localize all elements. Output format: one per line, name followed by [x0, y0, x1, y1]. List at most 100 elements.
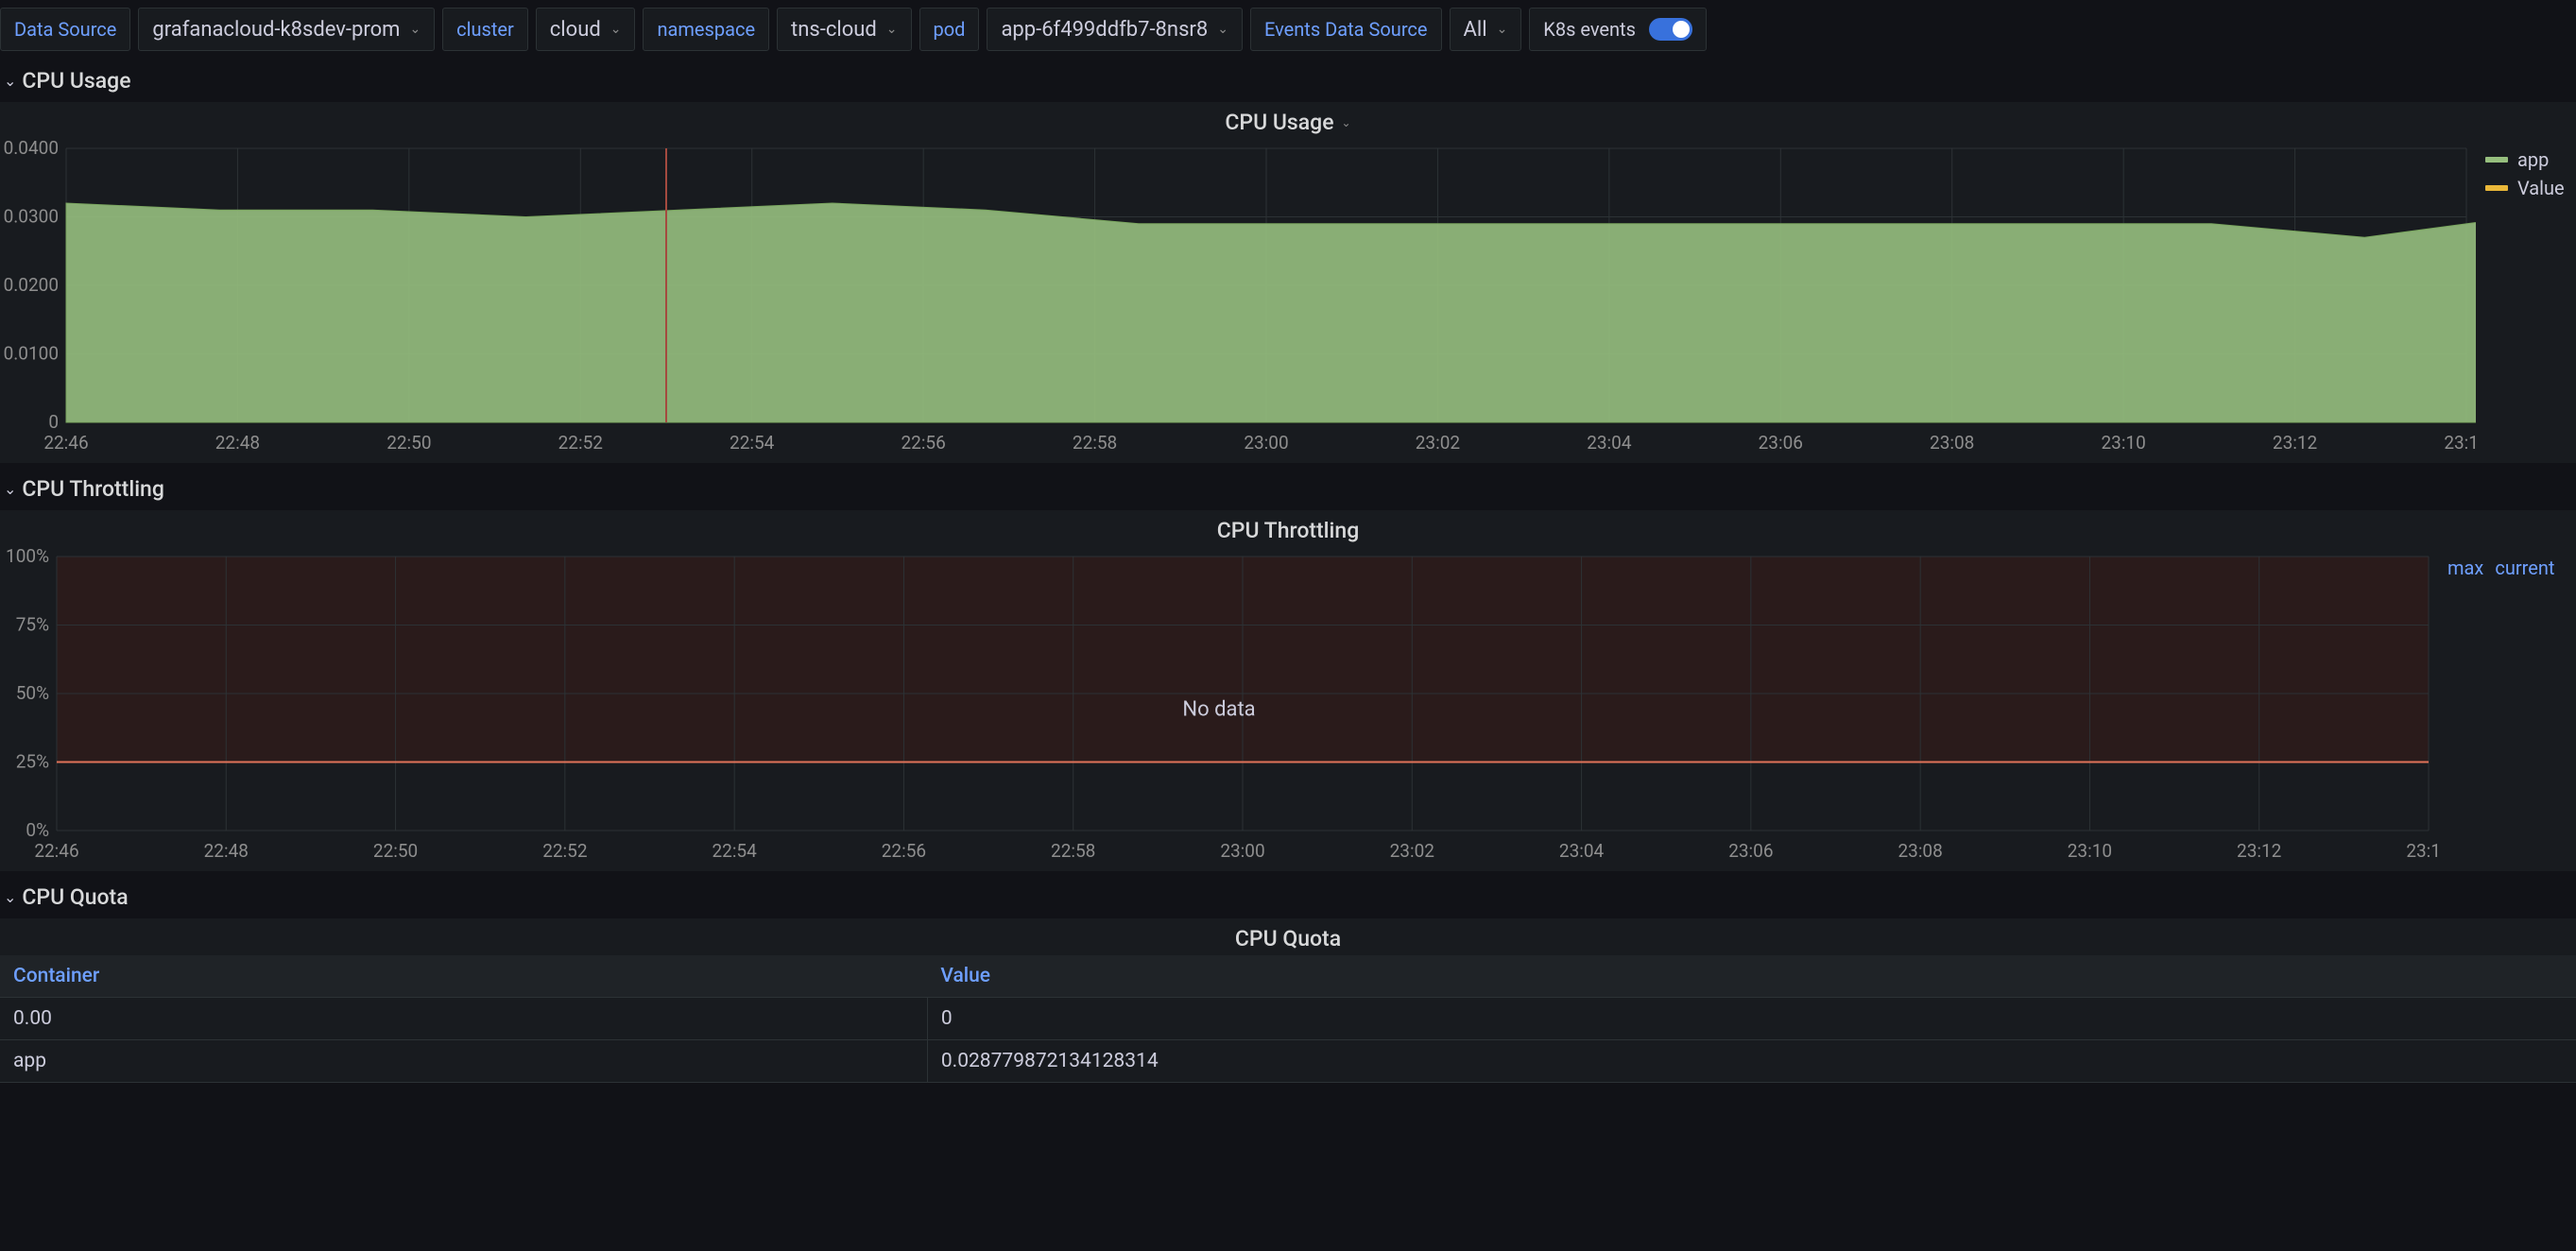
svg-text:23:12: 23:12: [2237, 840, 2281, 862]
svg-text:23:10: 23:10: [2068, 840, 2112, 862]
section-header-cpu-quota[interactable]: ⌄ CPU Quota: [0, 875, 2576, 918]
panel-title-bar-cpu-throttling[interactable]: CPU Throttling: [0, 510, 2576, 547]
panel-title: CPU Usage: [1225, 110, 1333, 135]
chevron-down-icon: ⌄: [1497, 22, 1508, 37]
var-select-pod[interactable]: app-6f499ddfb7-8nsr8 ⌄: [987, 8, 1243, 51]
svg-text:22:52: 22:52: [542, 840, 587, 862]
section-title: CPU Usage: [22, 68, 130, 94]
section-header-cpu-usage[interactable]: ⌄ CPU Usage: [0, 59, 2576, 102]
svg-text:0.0200: 0.0200: [4, 274, 59, 296]
svg-text:23:06: 23:06: [1728, 840, 1773, 862]
svg-text:23:12: 23:12: [2273, 432, 2317, 454]
panel-cpu-usage: CPU Usage ⌄ 22:4622:4822:5022:5222:5422:…: [0, 102, 2576, 463]
variable-toolbar: Data Source grafanacloud-k8sdev-prom ⌄ c…: [0, 0, 2576, 59]
var-label-events-ds: Events Data Source: [1250, 8, 1442, 51]
svg-text:0: 0: [48, 411, 59, 433]
svg-text:23:02: 23:02: [1390, 840, 1434, 862]
svg-text:23:10: 23:10: [2101, 432, 2145, 454]
panel-title: CPU Quota: [1235, 926, 1341, 951]
svg-text:22:50: 22:50: [373, 840, 418, 862]
k8s-events-label: K8s events: [1543, 18, 1636, 41]
legend-item-app[interactable]: app: [2485, 148, 2576, 171]
var-label-namespace: namespace: [643, 8, 769, 51]
svg-text:22:56: 22:56: [882, 840, 926, 862]
var-label-cluster: cluster: [442, 8, 528, 51]
chevron-down-icon: ⌄: [1217, 22, 1228, 37]
svg-text:75%: 75%: [16, 614, 49, 636]
var-select-cluster[interactable]: cloud ⌄: [536, 8, 636, 51]
legend-header-current[interactable]: current: [2495, 557, 2554, 579]
chevron-down-icon: ⌄: [4, 72, 16, 90]
svg-text:22:52: 22:52: [558, 432, 603, 454]
cell-value: 0.028779872134128314: [927, 1040, 2576, 1083]
var-select-events-ds[interactable]: All ⌄: [1450, 8, 1522, 51]
section-title: CPU Throttling: [22, 476, 164, 502]
panel-cpu-throttling: CPU Throttling 22:4622:4822:5022:5222:54…: [0, 510, 2576, 871]
cpu-usage-chart[interactable]: 22:4622:4822:5022:5222:5422:5622:5823:00…: [0, 139, 2476, 463]
panel-title-bar-cpu-quota[interactable]: CPU Quota: [0, 918, 2576, 955]
var-select-data-source[interactable]: grafanacloud-k8sdev-prom ⌄: [138, 8, 435, 51]
cpu-quota-table: Container Value 0.00 0 app 0.02877987213…: [0, 955, 2576, 1083]
table-row[interactable]: app 0.028779872134128314: [0, 1040, 2576, 1083]
k8s-events-toggle-wrap: K8s events: [1529, 8, 1707, 51]
panel-title: CPU Throttling: [1217, 518, 1360, 543]
var-value-pod: app-6f499ddfb7-8nsr8: [1001, 18, 1208, 42]
section-title: CPU Quota: [22, 884, 128, 910]
chevron-down-icon: ⌄: [4, 888, 16, 906]
svg-text:23:00: 23:00: [1244, 432, 1288, 454]
svg-text:23:14: 23:14: [2444, 432, 2476, 454]
svg-text:23:04: 23:04: [1559, 840, 1605, 862]
svg-text:22:56: 22:56: [901, 432, 945, 454]
var-value-events-ds: All: [1464, 18, 1487, 42]
svg-text:100%: 100%: [6, 547, 49, 567]
chevron-down-icon: ⌄: [1342, 116, 1351, 129]
table-row[interactable]: 0.00 0: [0, 998, 2576, 1040]
svg-text:0.0100: 0.0100: [4, 343, 59, 365]
chevron-down-icon: ⌄: [886, 22, 898, 37]
svg-text:22:54: 22:54: [712, 840, 757, 862]
svg-text:23:14: 23:14: [2406, 840, 2438, 862]
table-header-container[interactable]: Container: [0, 955, 927, 998]
no-data-text: No data: [1182, 697, 1255, 721]
cpu-throttling-legend: max current: [2438, 547, 2576, 871]
section-header-cpu-throttling[interactable]: ⌄ CPU Throttling: [0, 467, 2576, 510]
svg-text:0%: 0%: [26, 819, 49, 841]
legend-swatch: [2485, 185, 2508, 191]
legend-text: Value: [2517, 177, 2565, 199]
cpu-throttling-chart[interactable]: 22:4622:4822:5022:5222:5422:5622:5823:00…: [0, 547, 2438, 871]
cpu-usage-legend: app Value: [2476, 139, 2576, 463]
legend-swatch: [2485, 157, 2508, 163]
svg-text:22:46: 22:46: [34, 840, 78, 862]
svg-text:22:54: 22:54: [730, 432, 775, 454]
chevron-down-icon: ⌄: [610, 22, 622, 37]
svg-text:23:08: 23:08: [1930, 432, 1974, 454]
svg-text:22:58: 22:58: [1051, 840, 1095, 862]
var-value-data-source: grafanacloud-k8sdev-prom: [152, 18, 400, 42]
legend-header-max[interactable]: max: [2447, 557, 2483, 579]
svg-text:23:02: 23:02: [1416, 432, 1460, 454]
table-header-value[interactable]: Value: [927, 955, 2576, 998]
svg-text:23:06: 23:06: [1759, 432, 1803, 454]
k8s-events-toggle[interactable]: [1649, 18, 1692, 41]
svg-text:23:08: 23:08: [1898, 840, 1942, 862]
legend-text: app: [2517, 148, 2549, 171]
var-label-data-source: Data Source: [0, 8, 130, 51]
var-value-namespace: tns-cloud: [791, 18, 877, 42]
svg-text:22:48: 22:48: [215, 432, 260, 454]
svg-text:50%: 50%: [16, 682, 49, 704]
var-label-pod: pod: [919, 8, 980, 51]
svg-text:23:04: 23:04: [1587, 432, 1632, 454]
svg-text:22:58: 22:58: [1073, 432, 1117, 454]
chevron-down-icon: ⌄: [409, 22, 421, 37]
cell-value: 0: [927, 998, 2576, 1040]
panel-cpu-quota: CPU Quota Container Value 0.00 0 app 0.0…: [0, 918, 2576, 1083]
svg-text:23:00: 23:00: [1220, 840, 1264, 862]
var-select-namespace[interactable]: tns-cloud ⌄: [777, 8, 911, 51]
svg-text:25%: 25%: [16, 751, 49, 773]
legend-item-value[interactable]: Value: [2485, 177, 2576, 199]
svg-text:0.0400: 0.0400: [4, 139, 59, 159]
panel-title-bar-cpu-usage[interactable]: CPU Usage ⌄: [0, 102, 2576, 139]
svg-text:22:46: 22:46: [43, 432, 88, 454]
chevron-down-icon: ⌄: [4, 480, 16, 498]
cell-container: app: [0, 1040, 927, 1083]
